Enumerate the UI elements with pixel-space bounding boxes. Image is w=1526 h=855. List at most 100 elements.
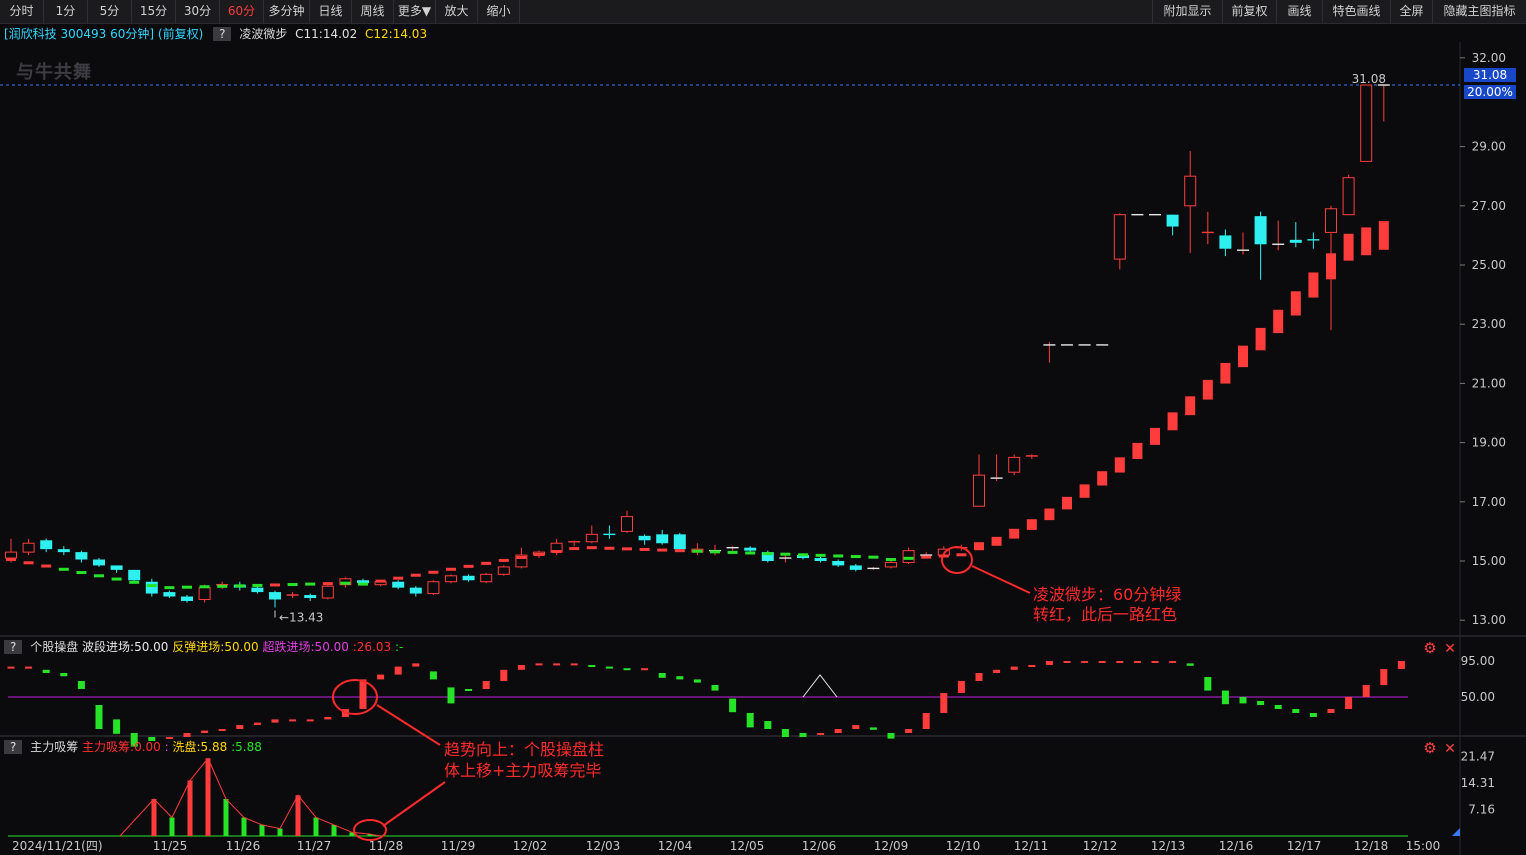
- trend-dash: [375, 579, 386, 583]
- candle-down: [673, 534, 686, 550]
- vol-panel-header: ? 主力吸筹 主力吸筹:0.00 : 洗盘:5.88 :5.88: [2, 738, 262, 754]
- y-tick-label: 19.00: [1472, 436, 1506, 450]
- osc-bar: [1098, 661, 1106, 663]
- osc-bar: [517, 665, 525, 670]
- osc-bar: [1063, 661, 1071, 663]
- trend-dash: [780, 552, 791, 556]
- candlestick-chart[interactable]: 13.00 15.00 17.00 19.00 21.00 23.00 25.00 27.00…: [0, 23, 1526, 855]
- osc-bar: [922, 713, 930, 729]
- osc-v3: 超跌进场:50.00: [262, 640, 349, 654]
- trend-dash: [410, 573, 421, 577]
- toolbar-right-btn-2[interactable]: 画线: [1276, 0, 1322, 23]
- candle-up: [1008, 456, 1021, 473]
- toolbar-btn-10[interactable]: 放大: [436, 0, 478, 23]
- toolbar-btn-2[interactable]: 5分: [88, 0, 132, 23]
- trend-dash: [446, 567, 456, 571]
- toolbar-btn-8[interactable]: 周线: [352, 0, 394, 23]
- osc-bar: [535, 663, 543, 666]
- trend-dash: [146, 584, 157, 588]
- trend-block-red: [1326, 253, 1336, 280]
- osc-bar: [605, 666, 613, 669]
- osc-bar: [975, 673, 983, 681]
- osc-bar: [676, 676, 684, 680]
- trend-dash: [58, 567, 69, 571]
- osc-bar: [447, 687, 455, 704]
- candle-down: [744, 547, 757, 551]
- trend-dash: [498, 558, 509, 562]
- toolbar-btn-0[interactable]: 分时: [0, 0, 44, 23]
- trend-dash: [657, 548, 668, 552]
- toolbar-right-btn-3[interactable]: 特色画线: [1322, 0, 1390, 23]
- toolbar-btn-4[interactable]: 30分: [176, 0, 220, 23]
- vol-v4: :5.88: [231, 740, 262, 754]
- toolbar-btn-7[interactable]: 日线: [310, 0, 352, 23]
- trend-dash: [956, 553, 967, 557]
- candle-up: [1360, 84, 1373, 162]
- candle-up: [321, 585, 334, 599]
- candle-up: [585, 533, 598, 543]
- osc-bar: [306, 719, 314, 722]
- osc-bar: [1169, 661, 1177, 663]
- toolbar-right-btn-4[interactable]: 全屏: [1390, 0, 1432, 23]
- vol-bar: [331, 824, 337, 836]
- annotation-text: 凌波微步：60分钟绿: [1033, 585, 1181, 604]
- osc-bar: [905, 729, 913, 733]
- help-icon[interactable]: ?: [4, 740, 23, 754]
- osc-bar: [641, 668, 649, 671]
- trend-dash: [604, 546, 615, 550]
- toolbar-btn-9[interactable]: 更多▼: [394, 0, 436, 23]
- x-tick-label: 12/10: [946, 839, 981, 853]
- osc-bar: [25, 666, 33, 669]
- trend-dash: [428, 570, 439, 574]
- y-tick-label: 21.00: [1472, 376, 1506, 390]
- candle-up: [198, 587, 211, 600]
- vol-bar: [205, 758, 211, 836]
- toolbar-btn-11[interactable]: 缩小: [478, 0, 520, 23]
- trend-dash: [622, 547, 632, 551]
- trend-dash: [586, 546, 597, 550]
- toolbar-btn-6[interactable]: 多分钟: [264, 0, 310, 23]
- candle-up: [885, 561, 897, 568]
- osc-tick-label: 50.00: [1461, 690, 1495, 704]
- osc-bar: [60, 673, 68, 677]
- osc-bar: [95, 705, 103, 729]
- trend-dash: [921, 555, 932, 559]
- vol-v3: 洗盘:5.88: [172, 740, 228, 754]
- trend-dash: [270, 583, 280, 587]
- toolbar-right-btn-1[interactable]: 前复权: [1222, 0, 1276, 23]
- help-icon[interactable]: ?: [4, 640, 23, 654]
- annotation-circle: [353, 819, 387, 841]
- y-tick-label: 27.00: [1472, 199, 1506, 213]
- toolbar-right-btn-0[interactable]: 附加显示: [1152, 0, 1222, 23]
- candle-up: [902, 550, 915, 563]
- trend-dash: [833, 554, 844, 558]
- annotation-text: 趋势向上：个股操盘柱: [444, 740, 604, 759]
- osc-bar: [746, 713, 754, 728]
- osc-bar: [1380, 669, 1388, 685]
- trend-block-red: [974, 542, 984, 551]
- toolbar-btn-5[interactable]: 60分: [220, 0, 264, 23]
- x-tick-label: 12/09: [874, 839, 909, 853]
- y-tick-label: 32.00: [1472, 51, 1506, 65]
- osc-bar: [1221, 690, 1229, 705]
- osc-bar: [77, 681, 85, 689]
- toolbar-btn-1[interactable]: 1分: [44, 0, 88, 23]
- osc-bar: [957, 681, 965, 693]
- vol-v2: :: [164, 740, 169, 754]
- y-tick-label: 29.00: [1472, 140, 1506, 154]
- candle-up: [427, 581, 440, 595]
- toolbar-btn-3[interactable]: 15分: [132, 0, 176, 23]
- candle-up: [973, 474, 985, 507]
- candle-up: [22, 542, 35, 553]
- trend-dash: [815, 553, 826, 557]
- osc-panel-header: ? 个股操盘 波段进场:50.00 反弹进场:50.00 超跌进场:50.00 …: [2, 638, 403, 654]
- candle-down: [392, 581, 405, 588]
- candle-down: [638, 535, 651, 541]
- osc-bar: [412, 663, 420, 667]
- trend-dash: [886, 558, 896, 562]
- trend-dash: [94, 574, 104, 578]
- toolbar-right-btn-5[interactable]: 隐藏主图指标: [1432, 0, 1526, 23]
- trend-block-red: [1308, 272, 1319, 298]
- trend-block-red: [1062, 496, 1072, 510]
- osc-v5: :-: [394, 640, 404, 654]
